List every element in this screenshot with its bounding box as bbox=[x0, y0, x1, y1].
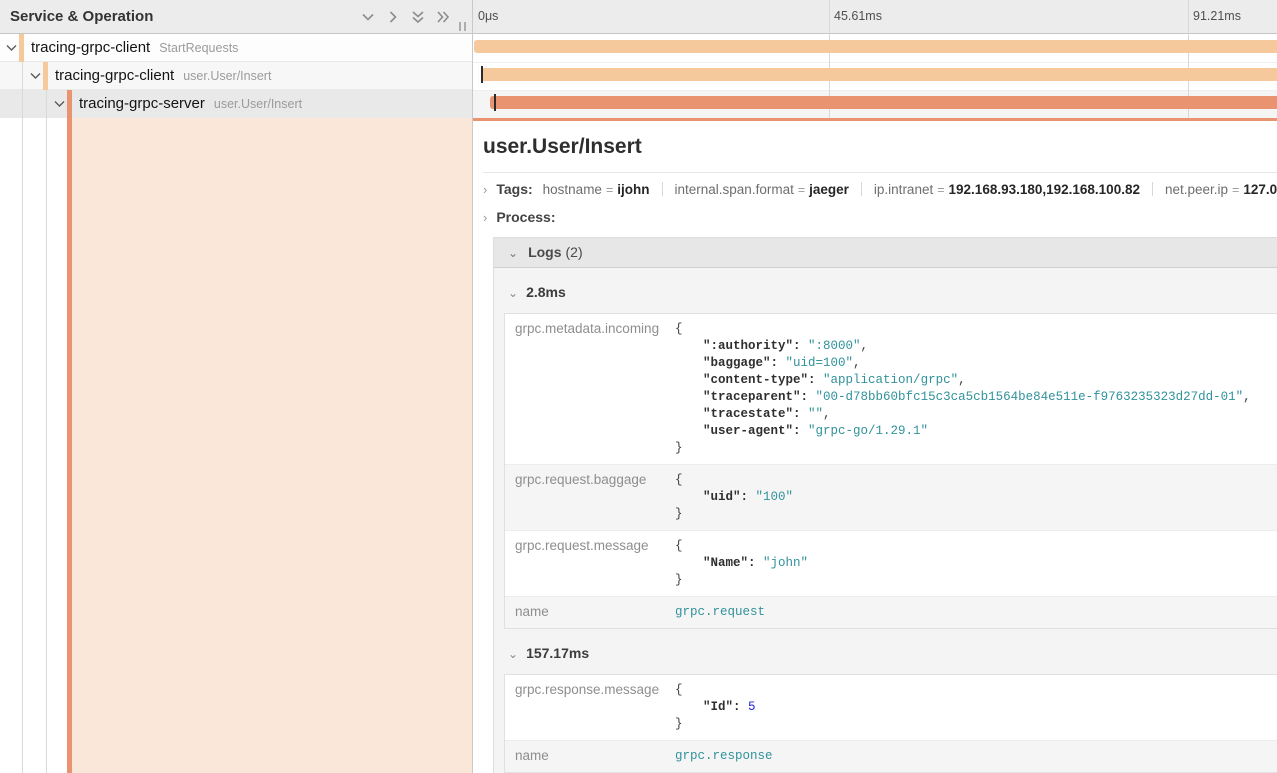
service-name: tracing-grpc-server user.User/Insert bbox=[79, 90, 302, 118]
expand-all-icon[interactable] bbox=[436, 10, 450, 24]
tag-separator bbox=[1152, 182, 1153, 196]
log-timestamp: 2.8ms bbox=[526, 284, 566, 300]
log-field-value: {"uid": "100"} bbox=[675, 472, 793, 523]
collapse-one-icon[interactable] bbox=[361, 10, 375, 24]
log-field-row: grpc.metadata.incoming{":authority": ":8… bbox=[505, 314, 1277, 464]
span-bar[interactable] bbox=[481, 68, 1277, 81]
tag-key: net.peer.ip bbox=[1165, 182, 1228, 197]
span-detail-panel: user.User/Insert ›Tags:hostname=ijohnint… bbox=[473, 121, 1277, 773]
log-field-value: {":authority": ":8000","baggage": "uid=1… bbox=[675, 321, 1251, 457]
tag-equals: = bbox=[933, 183, 948, 197]
service-name-text: tracing-grpc-client bbox=[55, 67, 174, 84]
timeline-tick-label: 0μs bbox=[478, 9, 498, 23]
tag-key: internal.span.format bbox=[675, 182, 794, 197]
expand-one-icon[interactable] bbox=[386, 10, 400, 24]
span-bar[interactable] bbox=[474, 40, 1277, 53]
chevron-down-icon[interactable] bbox=[30, 72, 41, 80]
operation-name: user.User/Insert bbox=[214, 97, 302, 111]
selected-span-row-highlight bbox=[72, 118, 472, 773]
log-field-value: grpc.response bbox=[675, 748, 773, 765]
tag-key: ip.intranet bbox=[874, 182, 933, 197]
timeline-tick-label: 91.21ms bbox=[1193, 9, 1241, 23]
log-field-key: grpc.response.message bbox=[505, 682, 675, 733]
indent-guide bbox=[46, 90, 47, 773]
logs-count: (2) bbox=[566, 244, 583, 260]
chevron-down-icon: ⌄ bbox=[508, 647, 518, 661]
tag-separator bbox=[861, 182, 862, 196]
tag-value: jaeger bbox=[809, 182, 849, 197]
log-field-key: grpc.metadata.incoming bbox=[505, 321, 675, 457]
tags-list: hostname=ijohninternal.span.format=jaege… bbox=[543, 181, 1277, 198]
chevron-down-icon: ⌄ bbox=[508, 286, 518, 300]
log-entry-header[interactable]: ⌄ 2.8ms bbox=[508, 284, 1277, 302]
tag-equals: = bbox=[602, 183, 617, 197]
service-operation-header: Service & Operation bbox=[0, 0, 472, 34]
log-field-key: grpc.request.baggage bbox=[505, 472, 675, 523]
chevron-down-icon[interactable] bbox=[6, 44, 17, 52]
tags-accordion[interactable]: ›Tags:hostname=ijohninternal.span.format… bbox=[483, 181, 1277, 199]
operation-name: user.User/Insert bbox=[183, 69, 271, 83]
title-divider bbox=[483, 172, 1277, 173]
service-operation-title: Service & Operation bbox=[10, 0, 153, 33]
span-row-tracing-grpc-client-insert[interactable]: tracing-grpc-client user.User/Insert bbox=[0, 62, 472, 90]
process-label: Process: bbox=[496, 209, 555, 225]
process-accordion[interactable]: › Process: bbox=[483, 209, 566, 227]
timeline-tick-label: 45.61ms bbox=[834, 9, 882, 23]
tag-value: 192.168.93.180,192.168.100.82 bbox=[949, 182, 1140, 197]
service-name-text: tracing-grpc-client bbox=[31, 39, 150, 56]
logs-label: Logs bbox=[528, 244, 561, 260]
log-field-row: namegrpc.response bbox=[505, 740, 1277, 772]
log-timestamp: 157.17ms bbox=[526, 645, 589, 661]
chevron-down-icon[interactable] bbox=[54, 100, 65, 108]
tag-key: hostname bbox=[543, 182, 602, 197]
jaeger-trace-timeline-view: Service & Operation tracing-grpc-client S… bbox=[0, 0, 1277, 773]
log-field-key: name bbox=[505, 604, 675, 621]
span-row-tracing-grpc-client-startrequests[interactable]: tracing-grpc-client StartRequests bbox=[0, 34, 472, 62]
chevron-right-icon: › bbox=[483, 182, 487, 197]
tag-equals: = bbox=[794, 183, 809, 197]
collapse-all-icon[interactable] bbox=[411, 10, 425, 24]
log-fields-table: grpc.response.message{"Id": 5}namegrpc.r… bbox=[504, 674, 1277, 773]
chevron-right-icon: › bbox=[483, 210, 487, 225]
logs-accordion-header[interactable]: ⌄ Logs (2) bbox=[494, 238, 1277, 268]
log-field-row: grpc.request.baggage{"uid": "100"} bbox=[505, 464, 1277, 530]
service-name: tracing-grpc-client user.User/Insert bbox=[55, 62, 271, 90]
span-color-accent bbox=[43, 62, 48, 90]
log-field-value: grpc.request bbox=[675, 604, 765, 621]
log-field-row: namegrpc.request bbox=[505, 596, 1277, 628]
operation-name: StartRequests bbox=[159, 41, 238, 55]
span-detail-title: user.User/Insert bbox=[483, 135, 642, 159]
log-marker bbox=[494, 94, 496, 111]
log-fields-table: grpc.metadata.incoming{":authority": ":8… bbox=[504, 313, 1277, 629]
tags-label: Tags: bbox=[496, 181, 532, 197]
span-bar[interactable] bbox=[490, 96, 1277, 109]
tag-value: ijohn bbox=[617, 182, 649, 197]
tag-value: 127.0 bbox=[1243, 182, 1277, 197]
chevron-down-icon: ⌄ bbox=[508, 246, 518, 260]
indent-guide bbox=[22, 62, 23, 773]
tag-equals: = bbox=[1228, 183, 1243, 197]
log-field-value: {"Id": 5} bbox=[675, 682, 756, 733]
panel-resize-grip[interactable] bbox=[459, 22, 466, 31]
service-name-text: tracing-grpc-server bbox=[79, 95, 205, 112]
log-field-value: {"Name": "john"} bbox=[675, 538, 808, 589]
log-marker bbox=[481, 66, 483, 83]
span-color-accent bbox=[19, 34, 24, 62]
log-field-key: name bbox=[505, 748, 675, 765]
logs-content: ⌄ 2.8ms grpc.metadata.incoming{":authority… bbox=[494, 268, 1277, 773]
log-field-row: grpc.request.message{"Name": "john"} bbox=[505, 530, 1277, 596]
log-field-key: grpc.request.message bbox=[505, 538, 675, 589]
service-name: tracing-grpc-client StartRequests bbox=[31, 34, 238, 62]
log-field-row: grpc.response.message{"Id": 5} bbox=[505, 675, 1277, 740]
log-entry-header[interactable]: ⌄ 157.17ms bbox=[508, 645, 1277, 663]
tag-separator bbox=[662, 182, 663, 196]
logs-section: ⌄ Logs (2) ⌄ 2.8ms grpc.metadata.incoming{":… bbox=[493, 237, 1277, 773]
